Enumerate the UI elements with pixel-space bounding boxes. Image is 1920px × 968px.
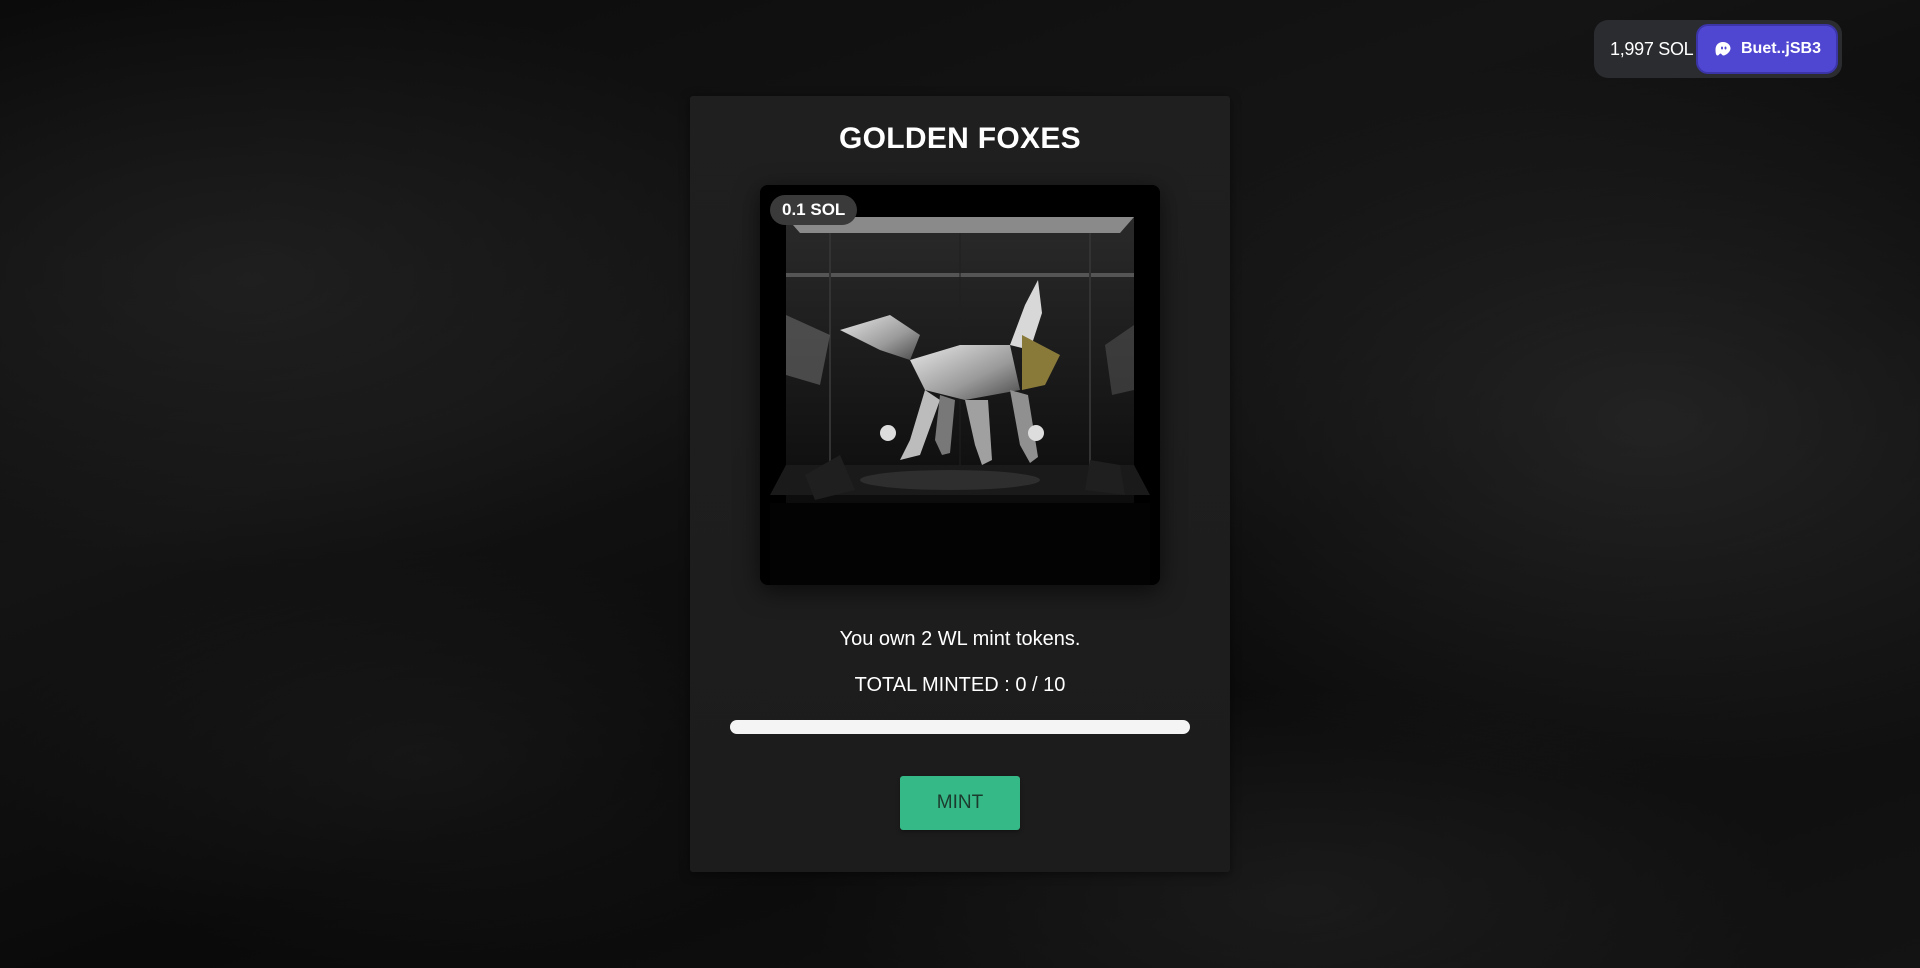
- wallet-address: Buet..jSB3: [1740, 40, 1821, 57]
- phantom-ghost-icon: [1715, 42, 1731, 56]
- collection-title: GOLDEN FOXES: [839, 122, 1081, 155]
- mint-card: GOLDEN FOXES 0.1 SOL You own 2 WL mint t…: [690, 96, 1230, 872]
- wl-token-message: You own 2 WL mint tokens.: [839, 628, 1081, 650]
- nft-fox-sculpture-image: [760, 185, 1160, 585]
- total-minted-label: TOTAL MINTED : 0 / 10: [854, 674, 1066, 696]
- wallet-balance: 1,997 SOL: [1610, 38, 1694, 59]
- wallet-bar: 1,997 SOL Buet..jSB3: [1594, 20, 1842, 78]
- mint-progress-bar: [730, 720, 1190, 734]
- price-badge: 0.1 SOL: [770, 195, 858, 225]
- mint-button[interactable]: MINT: [900, 776, 1020, 830]
- wallet-connect-button[interactable]: Buet..jSB3: [1696, 24, 1838, 74]
- nft-image-frame: 0.1 SOL: [760, 185, 1160, 585]
